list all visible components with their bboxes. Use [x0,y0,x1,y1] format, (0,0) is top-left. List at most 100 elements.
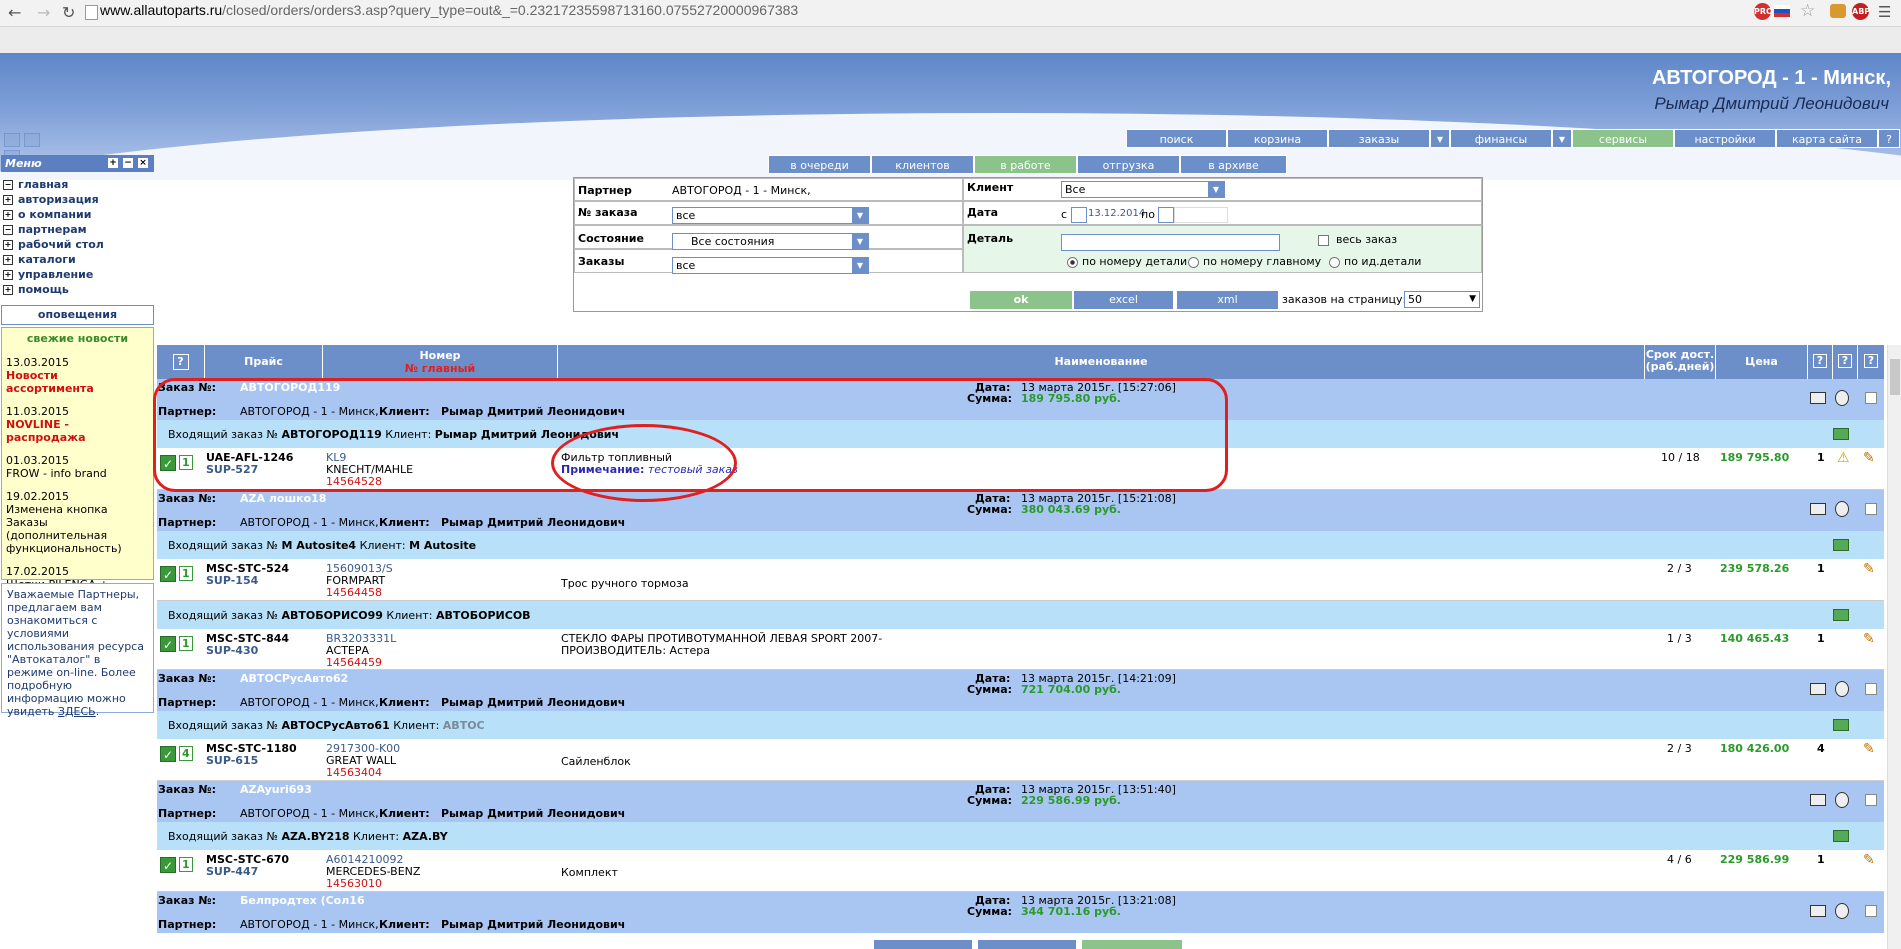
menu-item-main[interactable]: − главная [3,177,153,192]
print-icon[interactable] [1810,392,1826,404]
order-checkbox[interactable] [1865,392,1877,404]
partners-link[interactable]: ЗДЕСЬ [58,705,96,718]
menu-item-desktop[interactable]: + рабочий стол [3,237,153,252]
status-icon[interactable] [1833,719,1849,731]
print-icon[interactable] [1810,503,1826,515]
tab-archive[interactable]: в архиве [1180,155,1287,174]
extension-icon[interactable] [1830,4,1846,18]
detail-input[interactable] [1061,234,1280,251]
order-number[interactable]: Белпродтех (Сол16 [240,894,365,907]
client-select[interactable]: Все ▼ [1061,181,1225,198]
edit-icon[interactable]: ✎ [1863,450,1875,466]
menu-item-auth[interactable]: + авторизация [3,192,153,207]
ok-button[interactable]: ok [970,291,1072,309]
menu-finance-dropdown[interactable]: ▼ [1552,129,1572,148]
confirm-icon[interactable]: ✓ [160,566,176,582]
info-icon[interactable] [1835,903,1849,919]
orders-select[interactable]: все ▼ [672,257,869,274]
order-row: Заказ №: Белпродтех (Сол16 Партнер: АВТО… [157,892,1884,933]
adblock-icon[interactable]: ABP [1852,3,1870,20]
flag-icon[interactable] [1774,5,1790,17]
edit-icon[interactable]: ✎ [1863,852,1875,868]
news-item[interactable]: 13.03.2015 Новости ассортимента [6,356,149,395]
edit-icon[interactable]: ✎ [1863,631,1875,647]
edit-icon[interactable]: ✎ [1863,561,1875,577]
order-number-select[interactable]: все ▼ [672,207,869,224]
info-icon[interactable] [1835,390,1849,406]
tab-queue[interactable]: в очереди [768,155,871,174]
print-icon[interactable] [1810,794,1826,806]
status-icon[interactable] [1833,539,1849,551]
bottom-button[interactable] [1082,940,1182,949]
menu-orders[interactable]: заказы [1328,129,1430,148]
menu-settings[interactable]: настройки [1674,129,1776,148]
xml-button[interactable]: xml [1177,291,1278,309]
radio-detail-number[interactable]: по номеру детали [1067,255,1187,268]
news-item[interactable]: 11.03.2015 NOVLINE - распродажа [6,405,149,444]
info-icon[interactable] [1835,681,1849,697]
collapse-icon[interactable]: − [123,158,133,168]
menu-item-about[interactable]: + о компании [3,207,153,222]
info-icon[interactable] [1835,501,1849,517]
calendar-to-icon[interactable] [1158,207,1174,223]
tab-in-work[interactable]: в работе [974,155,1077,174]
scrollbar[interactable] [1887,345,1901,949]
item-row: ✓ 1 MSC-STC-524 SUP-154 15609013/S FORMP… [157,559,1884,601]
date-to-input[interactable] [1174,207,1228,223]
status-icon[interactable] [1833,609,1849,621]
menu-finance[interactable]: финансы [1450,129,1552,148]
tab-clients[interactable]: клиентов [871,155,974,174]
forward-icon[interactable]: → [37,3,50,22]
order-number[interactable]: АВТОСРусАвто62 [240,672,348,685]
order-number[interactable]: AZA лошко18 [240,492,326,505]
state-select[interactable]: Все состояния ▼ [672,233,869,250]
order-checkbox[interactable] [1865,794,1877,806]
bottom-button[interactable] [978,940,1076,949]
order-number[interactable]: AZAyuri693 [240,783,312,796]
confirm-icon[interactable]: ✓ [160,857,176,873]
info-icon[interactable] [1835,792,1849,808]
menu-cart[interactable]: корзина [1227,129,1328,148]
menu-item-partners[interactable]: − партнерам [3,222,153,237]
menu-help[interactable]: ? [1878,129,1900,148]
per-page-select[interactable]: 50 ▼ [1404,291,1480,308]
excel-button[interactable]: excel [1074,291,1173,309]
menu-search[interactable]: поиск [1126,129,1227,148]
confirm-icon[interactable]: ✓ [160,636,176,652]
reload-icon[interactable]: ↻ [62,3,75,22]
pro-extension-icon[interactable]: PRO [1754,3,1773,20]
warning-icon[interactable]: ⚠ [1837,450,1850,466]
menu-item-management[interactable]: + управление [3,267,153,282]
radio-detail-id[interactable]: по ид.детали [1329,255,1421,268]
order-checkbox[interactable] [1865,683,1877,695]
print-icon[interactable] [1810,905,1826,917]
menu-orders-dropdown[interactable]: ▼ [1430,129,1450,148]
status-icon[interactable] [1833,428,1849,440]
confirm-icon[interactable]: ✓ [160,746,176,762]
back-icon[interactable]: ← [8,3,21,22]
menu-sitemap[interactable]: карта сайта [1776,129,1878,148]
partner-value: АВТОГОРОД - 1 - Минск, [672,184,811,197]
close-icon[interactable]: × [138,158,148,168]
menu-item-help[interactable]: + помощь [3,282,153,297]
expand-icon[interactable]: + [108,158,118,168]
notifications-button[interactable]: оповещения [1,305,154,325]
radio-main-number[interactable]: по номеру главному [1188,255,1321,268]
menu-icon[interactable]: ☰ [1878,3,1891,21]
print-icon[interactable] [1810,683,1826,695]
edit-icon[interactable]: ✎ [1863,741,1875,757]
address-bar[interactable]: www.allautoparts.ru/closed/orders/orders… [100,2,798,18]
date-from-value[interactable]: 13.12.2014 [1088,208,1145,219]
whole-order-checkbox[interactable]: весь заказ [1318,233,1397,246]
tab-shipment[interactable]: отгрузка [1077,155,1180,174]
calendar-icon[interactable] [1071,207,1087,223]
menu-services[interactable]: сервисы [1572,129,1674,148]
news-item[interactable]: 01.03.2015 FROW - info brand [6,454,149,480]
news-item[interactable]: 19.02.2015 Изменена кнопка Заказы (дополн… [6,490,149,555]
status-icon[interactable] [1833,830,1849,842]
order-checkbox[interactable] [1865,503,1877,515]
star-icon[interactable]: ☆ [1800,1,1815,21]
order-checkbox[interactable] [1865,905,1877,917]
bottom-button[interactable] [874,940,972,949]
menu-item-catalogs[interactable]: + каталоги [3,252,153,267]
